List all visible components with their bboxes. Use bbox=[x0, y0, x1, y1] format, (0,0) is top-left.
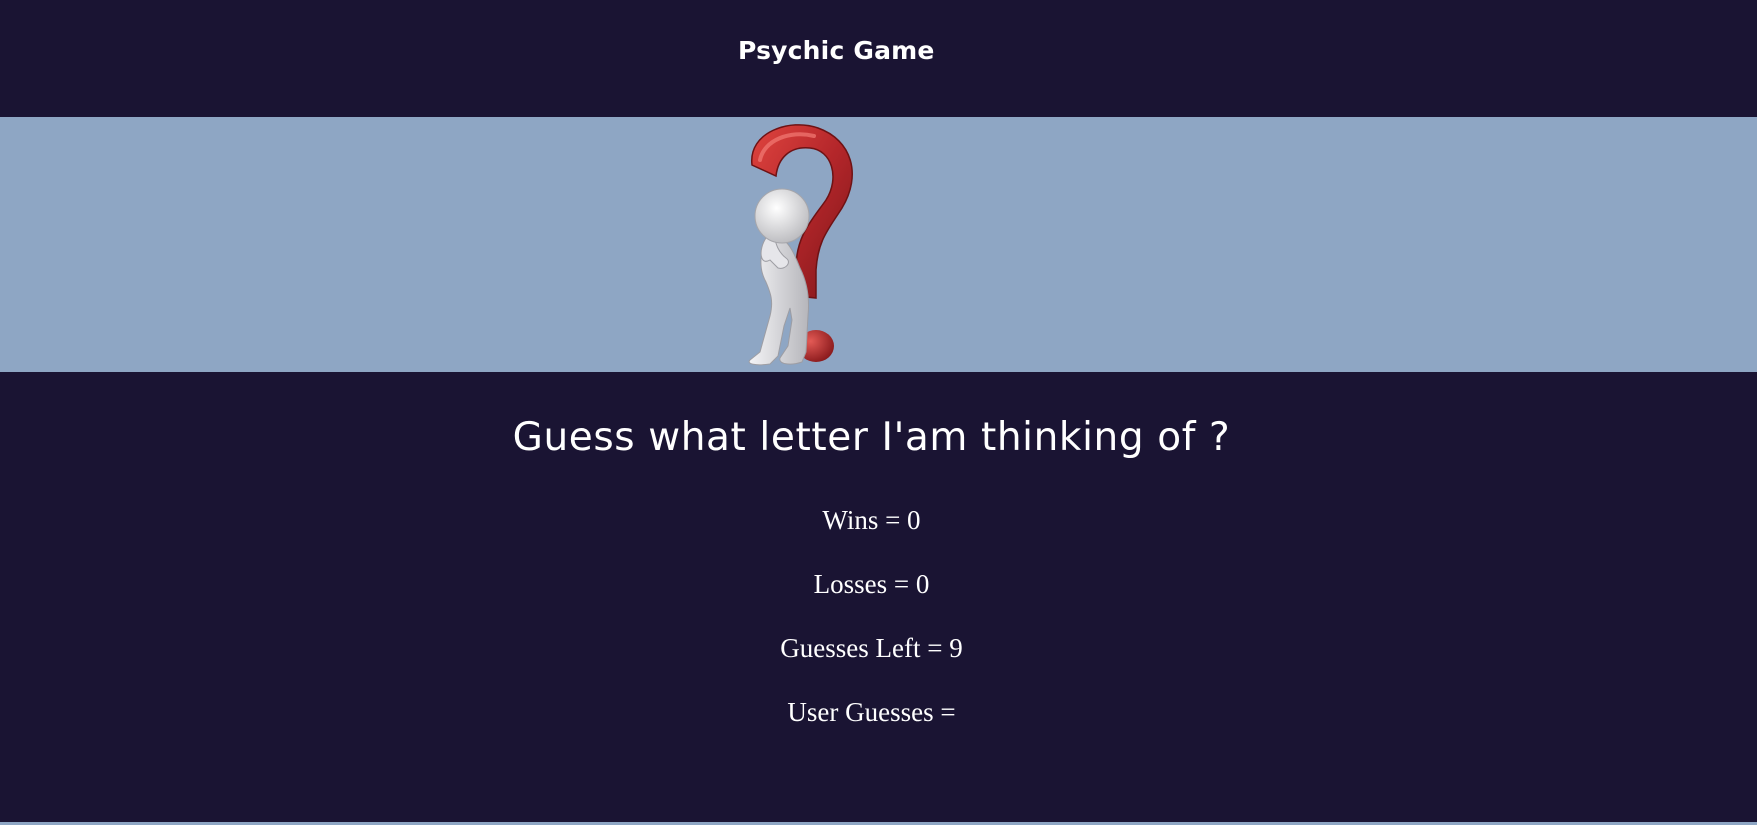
header-bar: Psychic Game bbox=[0, 0, 1757, 117]
banner bbox=[0, 117, 1757, 372]
user-guesses-display: User Guesses = bbox=[787, 697, 956, 727]
guesses-left-counter: Guesses Left = 9 bbox=[780, 633, 963, 663]
wins-counter: Wins = 0 bbox=[822, 505, 921, 535]
game-question-heading: Guess what letter I'am thinking of ? bbox=[512, 415, 1231, 460]
header-title: Psychic Game bbox=[738, 36, 935, 65]
page: Psychic Game Guess what letter I'am thin… bbox=[0, 0, 1757, 825]
losses-counter: Losses = 0 bbox=[813, 569, 930, 599]
game-panel: Guess what letter I'am thinking of ? Win… bbox=[0, 372, 1757, 822]
thinking-figure-question-mark-icon bbox=[748, 124, 853, 366]
